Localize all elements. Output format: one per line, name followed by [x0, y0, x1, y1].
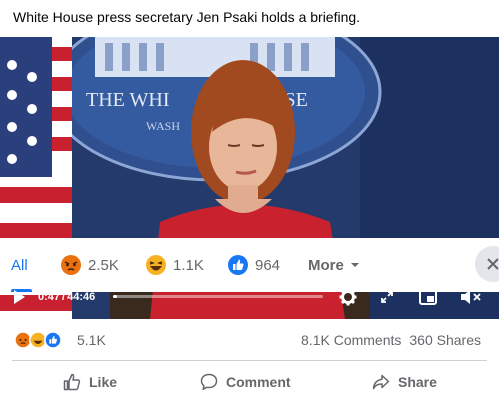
time-display: 0:47 / 44:46	[38, 279, 95, 315]
play-button[interactable]	[8, 279, 30, 315]
reaction-summary[interactable]	[14, 331, 62, 349]
current-time: 0:47	[38, 291, 61, 303]
mute-button[interactable]	[458, 279, 484, 315]
like-button[interactable]: Like	[63, 364, 117, 400]
player-controls: 0:47 / 44:46	[0, 279, 499, 315]
haha-reaction-icon	[146, 255, 166, 275]
divider	[12, 360, 487, 361]
post-actions: Like Comment Share	[0, 364, 499, 400]
share-button[interactable]: Share	[372, 364, 437, 400]
like-label: Like	[89, 374, 118, 390]
tab-all-label: All	[11, 256, 28, 274]
duration: 44:46	[67, 291, 96, 303]
fullscreen-button[interactable]	[377, 279, 397, 315]
gear-icon	[339, 288, 357, 306]
post-caption: White House press secretary Jen Psaki ho…	[13, 9, 361, 25]
like-reaction-icon	[44, 331, 62, 349]
haha-count: 1.1K	[173, 256, 204, 274]
shares-count[interactable]: 360 Shares	[409, 332, 481, 348]
mini-player-button[interactable]	[417, 279, 439, 315]
seek-bar[interactable]	[113, 295, 323, 298]
close-button[interactable]	[475, 246, 499, 282]
speaker-muted-icon	[461, 290, 481, 304]
caret-down-icon	[350, 263, 359, 267]
picture-in-picture-icon	[419, 289, 437, 305]
seek-bar-progress	[113, 295, 117, 298]
sign-text-left: THE WHI	[86, 89, 170, 111]
expand-icon	[381, 291, 393, 303]
like-count: 964	[255, 256, 281, 274]
tab-more-label: More	[308, 256, 344, 274]
reaction-total[interactable]: 5.1K	[77, 332, 106, 348]
share-icon	[372, 374, 390, 390]
angry-count: 2.5K	[88, 256, 119, 274]
comment-label: Comment	[226, 374, 291, 390]
video-player[interactable]: THE WHI USE WASH	[0, 37, 499, 319]
comment-icon	[200, 373, 218, 391]
like-reaction-icon	[228, 255, 248, 275]
thumbs-up-icon	[63, 373, 81, 391]
sign-text-sub: WASH	[146, 119, 180, 133]
post-stats: 5.1K 8.1K Comments 360 Shares	[0, 320, 499, 360]
comment-button[interactable]: Comment	[200, 364, 291, 400]
settings-button[interactable]	[337, 279, 359, 315]
play-icon	[14, 290, 25, 304]
comments-count[interactable]: 8.1K Comments	[301, 332, 401, 348]
close-icon	[487, 258, 499, 270]
share-label: Share	[398, 374, 437, 390]
angry-reaction-icon	[61, 255, 81, 275]
time-separator: /	[62, 291, 66, 303]
